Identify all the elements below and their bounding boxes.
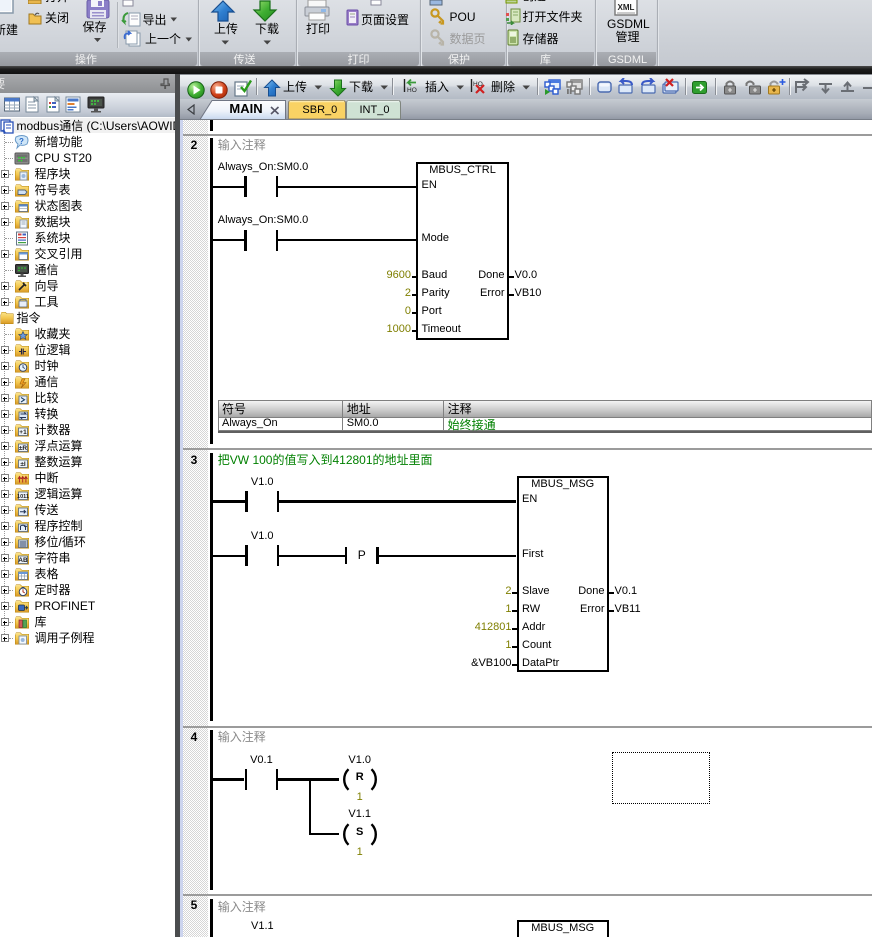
- svg-text:1011: 1011: [17, 494, 29, 500]
- svg-text:AB: AB: [18, 557, 28, 564]
- svg-text:±I: ±I: [20, 461, 26, 468]
- svg-text:±R: ±R: [18, 445, 27, 452]
- svg-text:?: ?: [19, 137, 24, 146]
- svg-text:HO: HO: [407, 87, 417, 94]
- svg-text:XML: XML: [618, 3, 635, 12]
- svg-text:+1: +1: [19, 429, 27, 436]
